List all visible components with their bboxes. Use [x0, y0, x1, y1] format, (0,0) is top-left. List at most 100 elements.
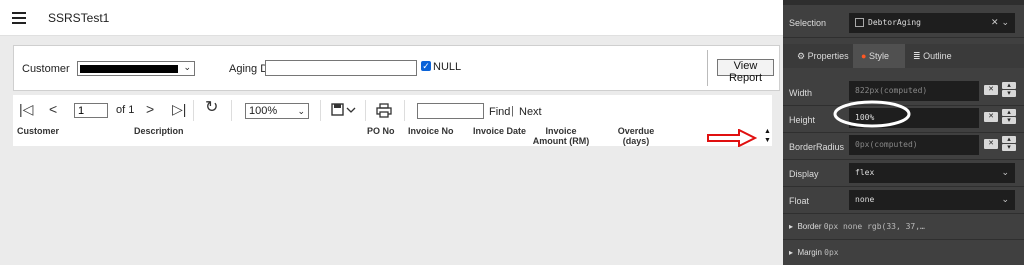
customer-select[interactable]: ⌄ [77, 61, 195, 76]
app-title: SSRSTest1 [48, 11, 110, 25]
border-radius-label: BorderRadius [789, 142, 845, 152]
divider [193, 100, 194, 121]
divider [231, 100, 232, 121]
column-header-po-no: PO No [367, 126, 395, 136]
aging-days-input[interactable] [265, 60, 417, 76]
top-bar: SSRSTest1 [0, 0, 783, 36]
redacted-value [80, 65, 178, 73]
decrement-icon[interactable]: ▾ [1002, 90, 1016, 97]
divider [365, 100, 366, 121]
previous-page-icon[interactable]: < [49, 102, 57, 116]
display-select[interactable]: flex ⌄ [849, 163, 1015, 183]
tab-style-label: Style [868, 51, 889, 61]
margin-row[interactable]: ▸ Margin 0px [783, 240, 1024, 265]
report-body: Customer Description PO No Invoice No In… [13, 126, 772, 146]
tab-properties[interactable]: ⚙ Properties [789, 44, 853, 68]
float-value: none [855, 195, 875, 204]
selection-value: DebtorAging [868, 18, 921, 27]
null-label: NULL [433, 61, 462, 73]
style-inspector-panel: Selection DebtorAging ✕ ⌄ ⚙ Properties ●… [783, 0, 1024, 265]
border-radius-input[interactable]: 0px(computed) [849, 135, 979, 155]
margin-value: 0px [824, 248, 839, 257]
decrement-icon[interactable]: ▾ [1002, 117, 1016, 124]
display-label: Display [789, 169, 819, 179]
float-label: Float [789, 196, 810, 206]
find-separator: | [511, 105, 514, 117]
zoom-select[interactable]: 100% ⌄ [245, 103, 309, 119]
decrement-icon[interactable]: ▾ [1002, 144, 1016, 151]
parameter-panel: Customer ⌄ Aging Days ✓ NULL View Report [13, 45, 780, 91]
border-row[interactable]: ▸ Border 0px none rgb(33, 37,… [783, 214, 1024, 240]
selection-row: Selection DebtorAging ✕ ⌄ [783, 8, 1024, 38]
next-page-icon[interactable]: > [146, 102, 154, 116]
divider [707, 50, 708, 86]
gear-icon: ⚙ [797, 51, 806, 61]
clear-icon[interactable]: ✕ [984, 139, 998, 149]
page-number-input[interactable] [74, 103, 108, 118]
tab-style[interactable]: ● Style [853, 44, 905, 68]
column-header-customer: Customer [17, 126, 60, 136]
report-viewer-app: SSRSTest1 Customer ⌄ Aging Days ✓ NULL V… [0, 0, 783, 265]
chevron-down-icon: ⌄ [183, 62, 191, 72]
float-row: Float none ⌄ [783, 187, 1024, 214]
tab-properties-label: Properties [807, 51, 849, 61]
width-label: Width [789, 88, 813, 98]
save-icon[interactable] [331, 103, 357, 119]
outline-icon: ≣ [913, 51, 921, 61]
tab-outline-label: Outline [923, 51, 952, 61]
chevron-down-icon: ⌄ [1001, 168, 1009, 178]
inspector-tabs: ⚙ Properties ● Style ≣ Outline [783, 44, 1024, 68]
clear-icon[interactable]: ✕ [984, 85, 998, 95]
report-toolbar: |◁ < of 1 > ▷| ↻ 100% ⌄ Find | Next [13, 95, 772, 126]
annotation-arrow-icon [707, 129, 757, 147]
view-report-button[interactable]: View Report [717, 59, 774, 84]
inspector-top-strip [783, 0, 1024, 5]
increment-icon[interactable]: ▴ [1002, 109, 1016, 116]
tab-outline[interactable]: ≣ Outline [905, 44, 965, 68]
print-icon[interactable] [376, 103, 392, 120]
border-label: Border [797, 222, 822, 231]
divider [320, 100, 321, 121]
increment-icon[interactable]: ▴ [1002, 136, 1016, 143]
clear-icon[interactable]: ✕ [984, 112, 998, 122]
column-header-description: Description [134, 126, 184, 136]
column-header-invoice-date: Invoice Date [473, 126, 527, 136]
scroll-down-icon[interactable]: ▼ [764, 137, 771, 144]
height-label: Height [789, 115, 816, 125]
page-count: of 1 [116, 104, 135, 116]
scroll-up-icon[interactable]: ▲ [764, 128, 771, 135]
border-expander[interactable]: ▸ Border 0px none rgb(33, 37,… [789, 222, 925, 231]
find-input[interactable] [417, 103, 484, 119]
display-value: flex [855, 168, 875, 177]
hamburger-menu-icon[interactable] [12, 12, 26, 24]
next-link[interactable]: Next [519, 106, 542, 118]
last-page-icon[interactable]: ▷| [172, 102, 186, 116]
refresh-icon[interactable]: ↻ [205, 100, 218, 116]
zoom-value: 100% [249, 105, 278, 117]
chevron-down-icon: ⌄ [1001, 195, 1009, 205]
display-row: Display flex ⌄ [783, 160, 1024, 187]
find-link[interactable]: Find [489, 106, 510, 118]
chevron-down-icon: ⌄ [297, 106, 305, 116]
width-input[interactable]: 822px(computed) [849, 81, 979, 101]
float-select[interactable]: none ⌄ [849, 190, 1015, 210]
style-dot-icon: ● [861, 51, 867, 61]
expand-triangle-icon: ▸ [789, 222, 794, 231]
null-checkbox[interactable]: ✓ [421, 61, 431, 71]
expand-triangle-icon: ▸ [789, 248, 794, 257]
margin-expander[interactable]: ▸ Margin 0px [789, 248, 839, 257]
selection-label: Selection [789, 18, 827, 28]
customer-label: Customer [22, 63, 70, 75]
border-radius-row: BorderRadius 0px(computed) ✕ ▴ ▾ [783, 133, 1024, 160]
divider [404, 100, 405, 121]
column-header-invoice-amount: Invoice Amount (RM) [532, 126, 590, 146]
border-value: 0px none rgb(33, 37,… [823, 222, 925, 231]
increment-icon[interactable]: ▴ [1002, 82, 1016, 89]
column-header-overdue: Overdue (days) [617, 126, 655, 146]
chevron-down-icon: ✕ ⌄ [991, 18, 1009, 28]
selection-dropdown[interactable]: DebtorAging ✕ ⌄ [849, 13, 1015, 33]
margin-label: Margin [797, 248, 822, 257]
first-page-icon[interactable]: |◁ [19, 102, 33, 116]
element-icon [855, 18, 864, 27]
column-header-invoice-no: Invoice No [408, 126, 454, 136]
